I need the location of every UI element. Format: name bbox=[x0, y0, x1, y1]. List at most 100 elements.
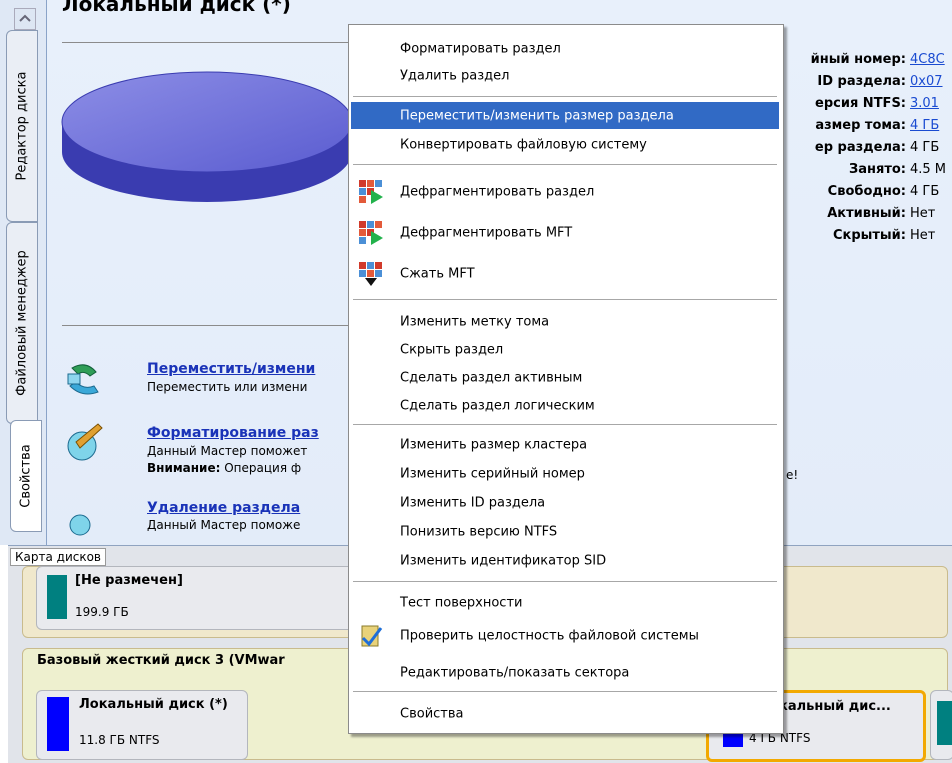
menu-item-defrag-partition[interactable]: Дефрагментировать раздел bbox=[351, 175, 779, 209]
menu-item-change-label[interactable]: Изменить метку тома bbox=[351, 308, 779, 335]
menu-item-make-active[interactable]: Сделать раздел активным bbox=[351, 364, 779, 391]
partition-local-disk-size: 11.8 ГБ NTFS bbox=[79, 733, 160, 747]
menu-separator bbox=[353, 164, 777, 165]
menu-item-label: Сжать MFT bbox=[400, 266, 475, 282]
divider bbox=[62, 325, 352, 326]
menu-item-convert-fs[interactable]: Конвертировать файловую систему bbox=[351, 131, 779, 158]
tab-file-manager[interactable]: Файловый менеджер bbox=[6, 222, 38, 424]
menu-item-make-logical[interactable]: Сделать раздел логическим bbox=[351, 392, 779, 419]
partition-local-disk-name: Локальный диск (*) bbox=[79, 697, 228, 712]
partition-color-swatch bbox=[937, 701, 952, 745]
tab-scroll-up-button[interactable] bbox=[14, 8, 36, 30]
menu-item-edit-sectors[interactable]: Редактировать/показать сектора bbox=[351, 659, 779, 686]
divider bbox=[62, 42, 352, 43]
prop-used-value: 4.5 M bbox=[910, 162, 947, 177]
prop-volsize-value[interactable]: 4 ГБ bbox=[910, 118, 939, 133]
tab-properties[interactable]: Свойства bbox=[10, 420, 42, 532]
menu-item-compress-mft[interactable]: Сжать MFT bbox=[351, 257, 779, 291]
menu-item-check-fs[interactable]: Проверить целостность файловой системы bbox=[351, 619, 779, 653]
tab-disk-editor[interactable]: Редактор диска bbox=[6, 30, 38, 222]
menu-item-partition-id[interactable]: Изменить ID раздела bbox=[351, 489, 779, 516]
move-resize-icon[interactable] bbox=[62, 358, 110, 408]
menu-item-change-sid[interactable]: Изменить идентификатор SID bbox=[351, 547, 779, 574]
vertical-tab-strip: Редактор диска Файловый менеджер Свойств… bbox=[0, 0, 47, 545]
prop-used-label: Занято: bbox=[848, 162, 906, 177]
menu-item-label: Удалить раздел bbox=[400, 68, 510, 83]
menu-item-label: Редактировать/показать сектора bbox=[400, 665, 630, 680]
menu-separator bbox=[353, 691, 777, 692]
format-partition-icon[interactable] bbox=[62, 420, 110, 470]
menu-item-label: Тест поверхности bbox=[400, 595, 523, 610]
menu-item-serial-number[interactable]: Изменить серийный номер bbox=[351, 460, 779, 487]
prop-id-value[interactable]: 0x07 bbox=[910, 74, 943, 89]
task-move-resize-desc: Переместить или измени bbox=[147, 380, 308, 394]
menu-item-label: Конвертировать файловую систему bbox=[400, 137, 647, 152]
partition-selected-name: кальный дис... bbox=[779, 699, 891, 714]
menu-item-label: Форматировать раздел bbox=[400, 41, 561, 56]
prop-id-label: ID раздела: bbox=[817, 74, 906, 89]
partition-local-disk[interactable]: Локальный диск (*) 11.8 ГБ NTFS bbox=[36, 690, 248, 760]
menu-item-label: Проверить целостность файловой системы bbox=[400, 628, 699, 644]
partition-unallocated-size: 199.9 ГБ bbox=[75, 605, 129, 619]
menu-item-label: Дефрагментировать MFT bbox=[400, 225, 573, 241]
task-move-resize-link[interactable]: Переместить/измени bbox=[147, 361, 315, 377]
prop-partsize-label: ер раздела: bbox=[814, 140, 906, 155]
menu-item-label: Изменить серийный номер bbox=[400, 466, 585, 481]
menu-item-label: Изменить метку тома bbox=[400, 314, 550, 329]
menu-item-label: Дефрагментировать раздел bbox=[400, 184, 595, 200]
check-fs-icon bbox=[361, 625, 383, 647]
prop-serial-label: йный номер: bbox=[810, 52, 906, 67]
menu-item-move-resize[interactable]: Переместить/изменить размер раздела bbox=[351, 102, 779, 129]
disk-pie-illustration bbox=[61, 71, 353, 202]
disk-map-title: Карта дисков bbox=[10, 548, 107, 566]
menu-item-defrag-mft[interactable]: Дефрагментировать MFT bbox=[351, 216, 779, 250]
menu-separator bbox=[353, 299, 777, 300]
prop-ntfs-value[interactable]: 3.01 bbox=[910, 96, 939, 111]
delete-partition-icon[interactable] bbox=[62, 503, 110, 543]
menu-item-surface-test[interactable]: Тест поверхности bbox=[351, 589, 779, 616]
menu-item-hide-partition[interactable]: Скрыть раздел bbox=[351, 336, 779, 363]
menu-item-delete[interactable]: Удалить раздел bbox=[351, 62, 779, 89]
task-format-warning-tail: е! bbox=[786, 468, 799, 482]
prop-hidden-label: Скрытый: bbox=[832, 228, 906, 243]
menu-item-downgrade-ntfs[interactable]: Понизить версию NTFS bbox=[351, 518, 779, 545]
prop-free-value: 4 ГБ bbox=[910, 184, 940, 199]
prop-ntfs-label: ерсия NTFS: bbox=[815, 96, 906, 111]
menu-separator bbox=[353, 424, 777, 425]
task-delete-link[interactable]: Удаление раздела bbox=[147, 500, 300, 516]
prop-volsize-label: азмер тома: bbox=[815, 118, 906, 133]
prop-free-label: Свободно: bbox=[827, 184, 906, 199]
partition-color-swatch bbox=[723, 733, 743, 747]
compress-mft-icon bbox=[359, 262, 382, 286]
menu-item-label: Скрыть раздел bbox=[400, 342, 504, 357]
menu-item-label: Понизить версию NTFS bbox=[400, 524, 558, 539]
menu-item-cluster-size[interactable]: Изменить размер кластера bbox=[351, 431, 779, 458]
chevron-up-icon bbox=[19, 14, 31, 22]
partition-color-swatch bbox=[47, 697, 69, 751]
menu-item-properties[interactable]: Свойства bbox=[351, 700, 779, 727]
partition-next[interactable] bbox=[930, 690, 952, 760]
menu-item-label: Изменить размер кластера bbox=[400, 437, 588, 452]
menu-item-label: Сделать раздел активным bbox=[400, 370, 583, 385]
tab-disk-editor-label: Редактор диска bbox=[14, 71, 30, 181]
tab-file-manager-label: Файловый менеджер bbox=[14, 250, 30, 396]
context-menu: Форматировать раздел Удалить раздел Пере… bbox=[348, 24, 784, 734]
menu-separator bbox=[353, 96, 777, 97]
prop-serial-value[interactable]: 4C8C bbox=[910, 52, 945, 67]
tab-properties-label: Свойства bbox=[18, 444, 34, 508]
partition-unallocated-name: [Не размечен] bbox=[75, 573, 183, 588]
task-format-link[interactable]: Форматирование раз bbox=[147, 425, 319, 441]
prop-hidden-value: Нет bbox=[910, 228, 936, 243]
partition-unallocated[interactable]: [Не размечен] 199.9 ГБ bbox=[36, 566, 358, 630]
prop-active-label: Активный: bbox=[827, 206, 906, 221]
menu-item-format[interactable]: Форматировать раздел bbox=[351, 35, 779, 62]
menu-item-label: Свойства bbox=[400, 706, 464, 721]
defrag-icon bbox=[359, 180, 383, 204]
task-format-warning: Внимание: Операция ф bbox=[147, 461, 302, 475]
defrag-mft-icon bbox=[359, 221, 383, 245]
menu-separator bbox=[353, 581, 777, 582]
menu-item-label: Изменить ID раздела bbox=[400, 495, 546, 510]
prop-partsize-value: 4 ГБ bbox=[910, 140, 940, 155]
disk-title: Локальный диск (*) bbox=[62, 0, 291, 16]
prop-active-value: Нет bbox=[910, 206, 936, 221]
